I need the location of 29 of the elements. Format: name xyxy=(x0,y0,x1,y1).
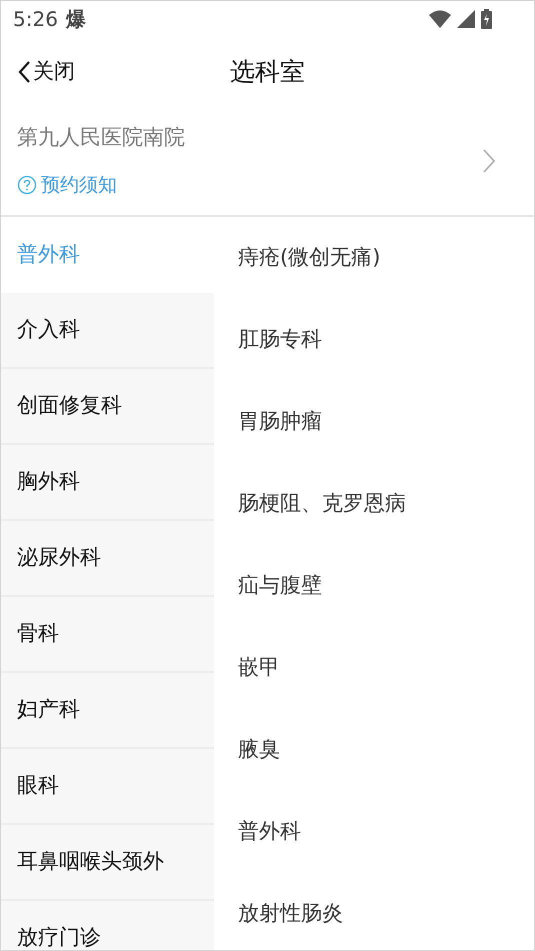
status-time: 5:26 xyxy=(13,6,58,33)
notification-glyph: 爆 xyxy=(66,6,86,33)
back-button[interactable]: 关闭 xyxy=(1,56,75,88)
page-title: 选科室 xyxy=(230,56,305,88)
wifi-icon xyxy=(429,10,451,28)
clinic-item[interactable]: 肠梗阻、克罗恩病 xyxy=(214,463,534,545)
clinic-item[interactable]: 嵌甲 xyxy=(214,627,534,709)
signal-icon xyxy=(457,10,475,28)
battery-icon xyxy=(481,9,492,29)
clinic-item[interactable]: 疝与腹壁 xyxy=(214,545,534,627)
clinic-item[interactable]: 肛肠专科 xyxy=(214,299,534,381)
department-item[interactable]: 泌尿外科 xyxy=(1,521,214,597)
hospital-name: 第九人民医院南院 xyxy=(17,124,186,150)
department-item[interactable]: 介入科 xyxy=(1,293,214,369)
clinic-item[interactable]: 腋臭 xyxy=(214,709,534,791)
department-item[interactable]: 耳鼻咽喉头颈外 xyxy=(1,825,214,901)
help-icon xyxy=(17,175,37,196)
clinic-item[interactable]: 痔疮(微创无痛) xyxy=(214,217,534,299)
clinic-item[interactable]: 放射性肠炎 xyxy=(214,873,534,950)
back-chevron-icon xyxy=(17,60,31,84)
department-item[interactable]: 放疗门诊 xyxy=(1,901,214,950)
department-item[interactable]: 骨科 xyxy=(1,597,214,673)
department-item[interactable]: 妇产科 xyxy=(1,673,214,749)
clinic-item[interactable]: 普外科 xyxy=(214,791,534,873)
department-item[interactable]: 创面修复科 xyxy=(1,369,214,445)
clinic-item[interactable]: 胃肠肿瘤 xyxy=(214,381,534,463)
department-item[interactable]: 胸外科 xyxy=(1,445,214,521)
department-item[interactable]: 眼科 xyxy=(1,749,214,825)
chevron-right-icon xyxy=(482,148,496,174)
